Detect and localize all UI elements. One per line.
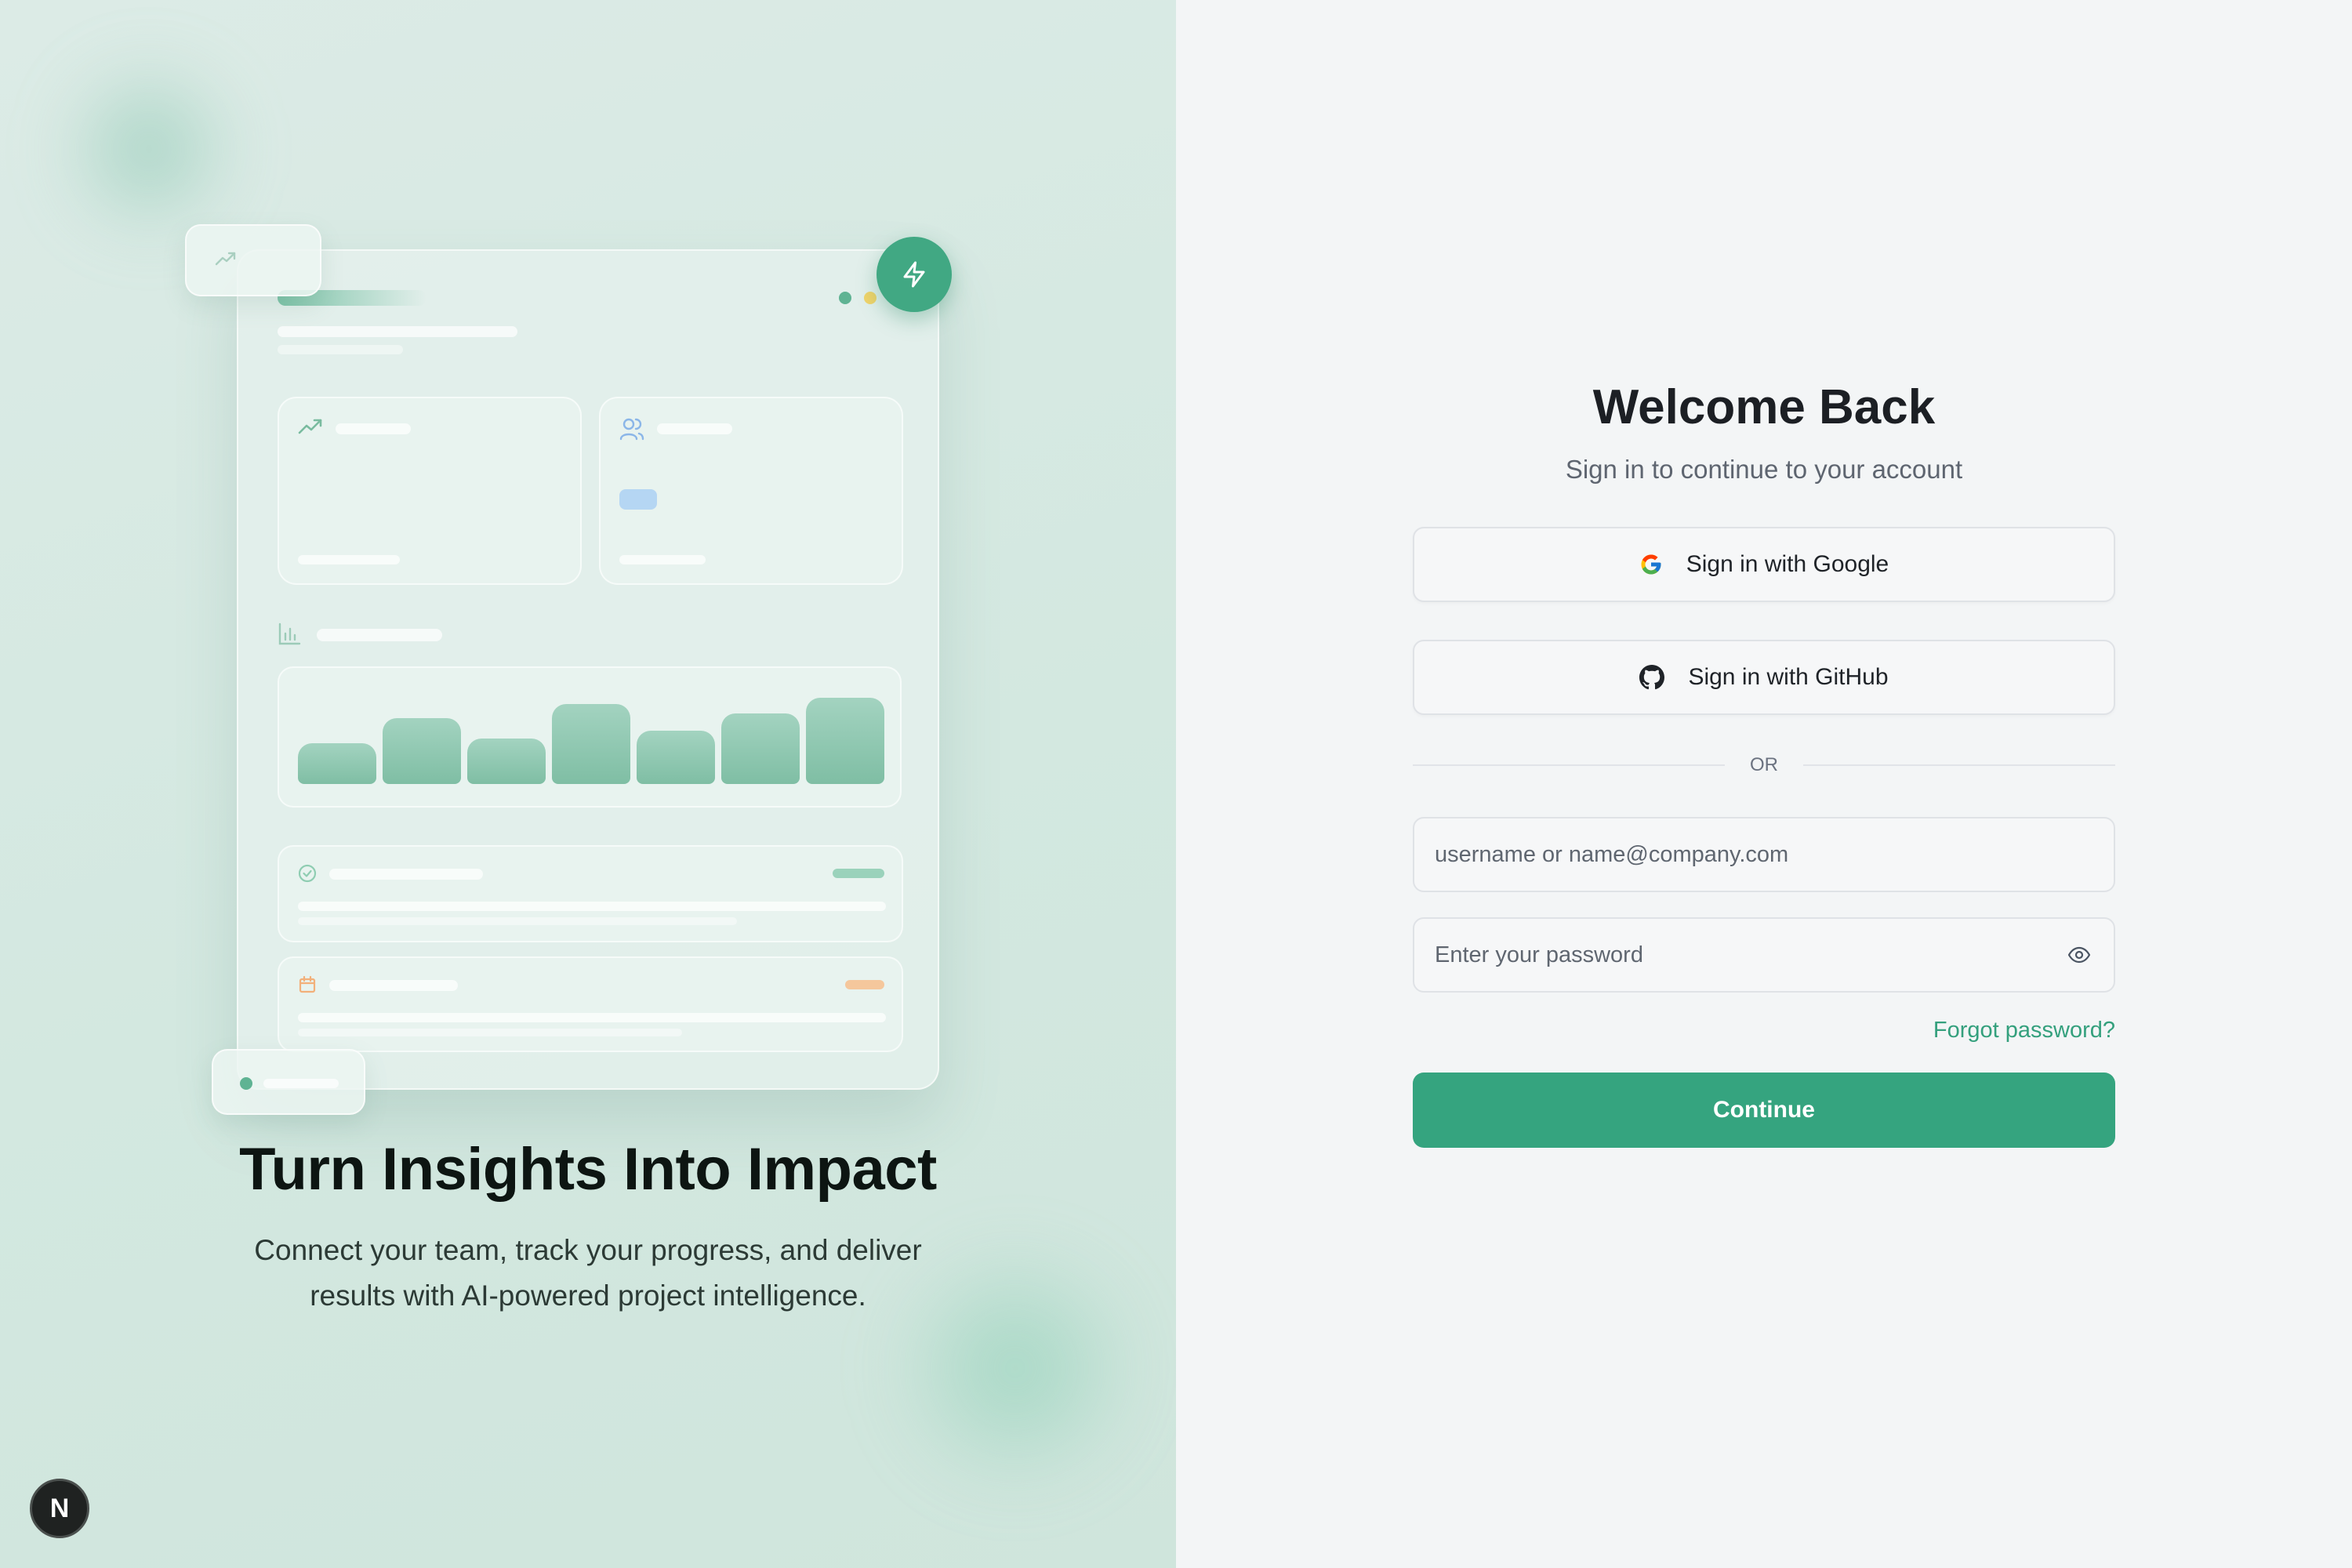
continue-button[interactable]: Continue (1413, 1073, 2115, 1148)
decorative-blob (55, 55, 243, 243)
bar-chart-icon (278, 622, 301, 650)
skeleton-line (336, 423, 411, 434)
skeleton-line (298, 555, 400, 564)
page-title: Welcome Back (1592, 380, 1936, 434)
username-field[interactable] (1413, 817, 2115, 892)
status-dot-green (240, 1077, 252, 1090)
skeleton-line (278, 345, 403, 354)
task-row (278, 956, 903, 1052)
page-subtitle: Sign in to continue to your account (1565, 455, 1963, 484)
or-divider: OR (1413, 751, 2115, 779)
google-signin-label: Sign in with Google (1686, 551, 1889, 577)
skeleton-line (329, 980, 458, 991)
google-signin-button[interactable]: Sign in with Google (1413, 527, 2115, 602)
calendar-icon (298, 975, 317, 998)
skeleton-line (329, 869, 483, 880)
framework-badge[interactable]: N (30, 1479, 89, 1538)
skeleton-line (278, 326, 517, 337)
skeleton-line (317, 629, 442, 641)
check-circle-icon (298, 864, 317, 887)
skeleton-line (263, 1079, 339, 1088)
status-pill-orange (845, 980, 884, 989)
eye-icon[interactable] (2065, 941, 2093, 969)
github-icon (1639, 665, 1665, 690)
password-input[interactable] (1435, 942, 2065, 968)
username-input[interactable] (1435, 841, 2093, 868)
dashboard-illustration (237, 249, 939, 1090)
chart-bar (637, 731, 715, 784)
divider-line (1803, 764, 2115, 766)
status-dot-green (839, 292, 851, 304)
bolt-icon (877, 237, 952, 312)
password-field[interactable] (1413, 917, 2115, 993)
status-dot-yellow (864, 292, 877, 304)
skeleton-line (298, 1013, 886, 1022)
google-icon (1639, 553, 1663, 576)
chart-bar (552, 704, 630, 784)
skeleton-line (298, 1029, 682, 1036)
blue-tag (619, 489, 657, 510)
skeleton-line (298, 917, 737, 925)
chart-bar (467, 739, 546, 784)
divider-line (1413, 764, 1725, 766)
chart-bar (721, 713, 800, 784)
chart-bar (298, 743, 376, 784)
hero-title: Turn Insights Into Impact (239, 1136, 937, 1203)
chart-bar (806, 698, 884, 784)
status-pill-green (833, 869, 884, 878)
trending-up-icon (298, 417, 323, 440)
github-signin-label: Sign in with GitHub (1688, 664, 1889, 690)
stat-card (599, 397, 903, 585)
github-signin-button[interactable]: Sign in with GitHub (1413, 640, 2115, 715)
users-icon (619, 417, 644, 445)
skeleton-line (657, 423, 732, 434)
floating-status-card (212, 1049, 365, 1115)
skeleton-line (298, 902, 886, 911)
task-row (278, 845, 903, 942)
forgot-password-link[interactable]: Forgot password? (1933, 1018, 2115, 1044)
hero-subtitle: Connect your team, track your progress, … (254, 1234, 922, 1312)
marketing-panel: Turn Insights Into Impact Connect your t… (0, 0, 1176, 1568)
bar-chart-illustration (278, 666, 902, 808)
trending-up-icon (215, 251, 237, 270)
floating-trend-card (185, 224, 321, 296)
or-label: OR (1750, 754, 1778, 775)
login-panel: Welcome Back Sign in to continue to your… (1176, 0, 2352, 1568)
chart-bar (383, 718, 461, 784)
skeleton-line (619, 555, 706, 564)
stat-card (278, 397, 582, 585)
